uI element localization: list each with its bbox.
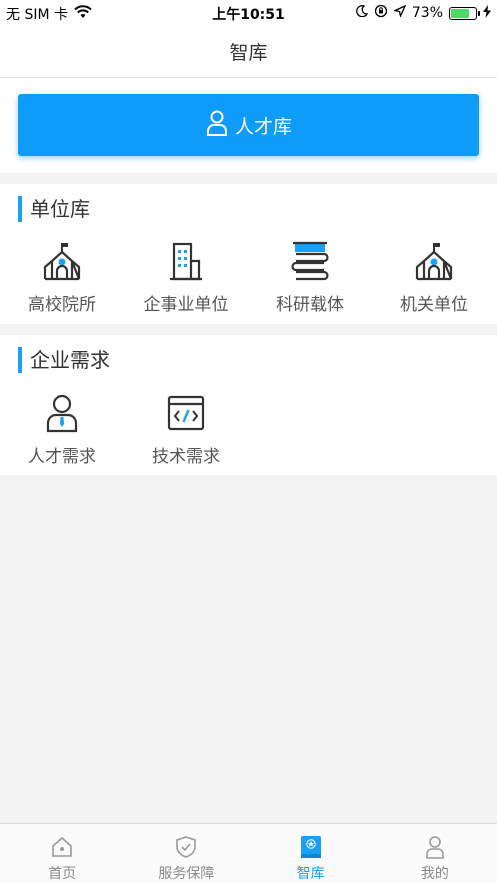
grid-item-universities[interactable]: 高校院所 [0, 241, 124, 315]
grid-item-government[interactable]: 机关单位 [372, 241, 496, 315]
section-title-demand: 企业需求 [18, 347, 110, 373]
talent-library-label: 人才库 [234, 115, 292, 138]
battery-percent: 73% [411, 5, 443, 21]
office-building-icon [166, 241, 206, 281]
tab-label: 智库 [296, 866, 325, 882]
grid-item-label: 机关单位 [400, 295, 468, 315]
rotation-lock-icon [374, 4, 388, 22]
tab-home[interactable]: 首页 [0, 824, 124, 883]
profile-icon [422, 834, 448, 860]
tab-service[interactable]: 服务保障 [124, 824, 248, 883]
charging-icon [483, 4, 491, 22]
talent-library-button[interactable]: 人才库 [18, 94, 479, 156]
page-title: 智库 [229, 42, 268, 64]
school-building-icon [42, 241, 82, 281]
grid-item-label: 人才需求 [28, 447, 96, 467]
grid-item-label: 技术需求 [152, 447, 220, 467]
battery-icon [449, 6, 480, 20]
tab-label: 我的 [420, 866, 449, 882]
book-stack-icon [290, 241, 330, 281]
tab-profile[interactable]: 我的 [373, 824, 497, 883]
grid-item-label: 高校院所 [28, 295, 96, 315]
moon-icon [356, 5, 369, 21]
grid-item-research[interactable]: 科研载体 [248, 241, 372, 315]
tab-label: 服务保障 [158, 866, 215, 882]
section-title-units: 单位库 [18, 196, 90, 222]
grid-item-label: 企事业单位 [143, 295, 229, 315]
code-window-icon [166, 393, 206, 433]
unit-library-section: 单位库 高校院所 企事业单位 科研载体 机关单位 [0, 184, 497, 324]
grid-item-label: 科研载体 [276, 295, 344, 315]
nav-bar: 智库 [0, 26, 497, 78]
talent-person-icon [42, 393, 82, 433]
battery-fill [451, 8, 469, 18]
location-icon [392, 4, 407, 21]
person-icon [205, 109, 229, 142]
shield-check-icon [173, 834, 199, 860]
status-bar: 无 SIM 卡 上午10:51 73% [0, 0, 497, 26]
grid-item-tech-demand[interactable]: 技术需求 [124, 393, 248, 467]
enterprise-demand-section: 企业需求 人才需求 技术需求 [0, 335, 497, 475]
status-right: 73% [356, 4, 491, 22]
grid-item-enterprises[interactable]: 企事业单位 [124, 241, 248, 315]
grid-item-talent-demand[interactable]: 人才需求 [0, 393, 124, 467]
home-icon [49, 834, 75, 860]
tab-label: 首页 [48, 866, 77, 882]
think-tank-icon [298, 834, 324, 860]
tab-think-tank[interactable]: 智库 [249, 824, 373, 883]
government-building-icon [414, 241, 454, 281]
talent-card: 人才库 [0, 78, 497, 173]
tab-bar: 首页 服务保障 智库 我的 [0, 823, 497, 883]
